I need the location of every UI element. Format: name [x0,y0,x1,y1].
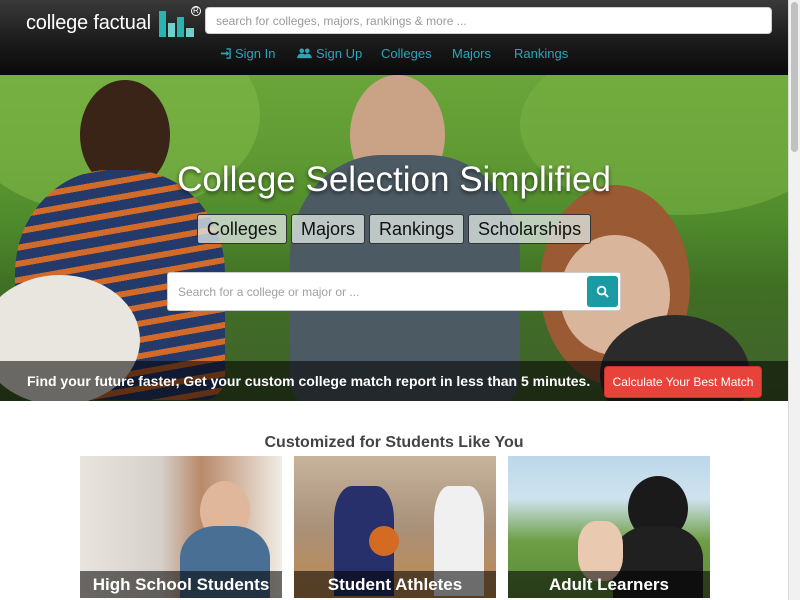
hero-search-input[interactable] [168,273,586,310]
hero-tabs: Colleges Majors Rankings Scholarships [0,214,788,244]
nav-colleges[interactable]: Colleges [381,46,432,61]
hero-search-button[interactable] [587,276,618,307]
site-search-input[interactable] [205,7,772,34]
basketball-icon [369,526,399,556]
users-icon [297,48,312,59]
scrollbar-thumb[interactable] [791,2,798,152]
main-nav: Sign In Sign Up Colleges Majors Rankings [0,46,788,66]
card-high-school-students[interactable]: High School Students [80,456,282,598]
hero-tab-colleges[interactable]: Colleges [196,214,287,244]
logo-text: college factual [26,11,151,34]
card-student-athletes[interactable]: Student Athletes [294,456,496,598]
nav-sign-up-label: Sign Up [316,46,363,61]
nav-sign-in[interactable]: Sign In [220,46,275,61]
sign-in-icon [220,48,231,59]
calculate-best-match-button[interactable]: Calculate Your Best Match [604,366,762,398]
hero-tab-scholarships[interactable]: Scholarships [468,214,592,244]
section-title: Customized for Students Like You [264,434,524,451]
hero-title: College Selection Simplified [177,160,611,199]
hero-tab-rankings[interactable]: Rankings [368,214,465,244]
card-label: High School Students [80,571,282,598]
site-logo[interactable]: college factual R [26,6,201,40]
logo-icon: R [158,6,201,37]
match-banner: Find your future faster, Get your custom… [0,361,788,401]
hero-section: College Selection Simplified Colleges Ma… [0,75,788,401]
hero-tab-majors[interactable]: Majors [290,214,365,244]
hero-search-box [167,272,621,311]
card-label: Student Athletes [294,571,496,598]
search-icon [596,285,609,298]
nav-majors[interactable]: Majors [452,46,491,61]
nav-sign-up[interactable]: Sign Up [297,46,362,61]
site-header: college factual R Sign In Sign Up Colleg… [0,0,788,75]
card-label: Adult Learners [508,571,710,598]
nav-rankings[interactable]: Rankings [514,46,568,61]
match-banner-text: Find your future faster, Get your custom… [27,373,591,389]
nav-sign-in-label: Sign In [235,46,276,61]
card-adult-learners[interactable]: Adult Learners [508,456,710,598]
page-scrollbar[interactable] [788,0,800,600]
